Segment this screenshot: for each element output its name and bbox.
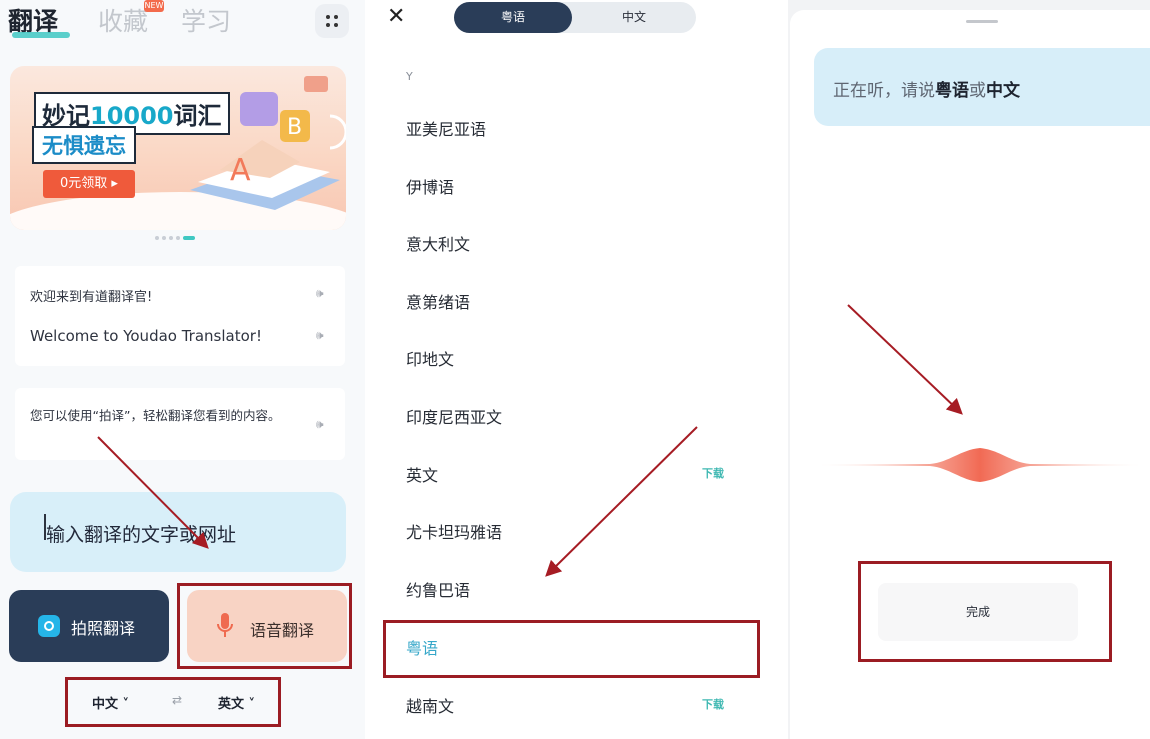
arrow-to-voice-button: [97, 436, 209, 549]
arrow-to-language-item: [545, 426, 698, 577]
arrow-to-waveform: [847, 304, 963, 415]
tutorial-arrows: [97, 304, 963, 577]
